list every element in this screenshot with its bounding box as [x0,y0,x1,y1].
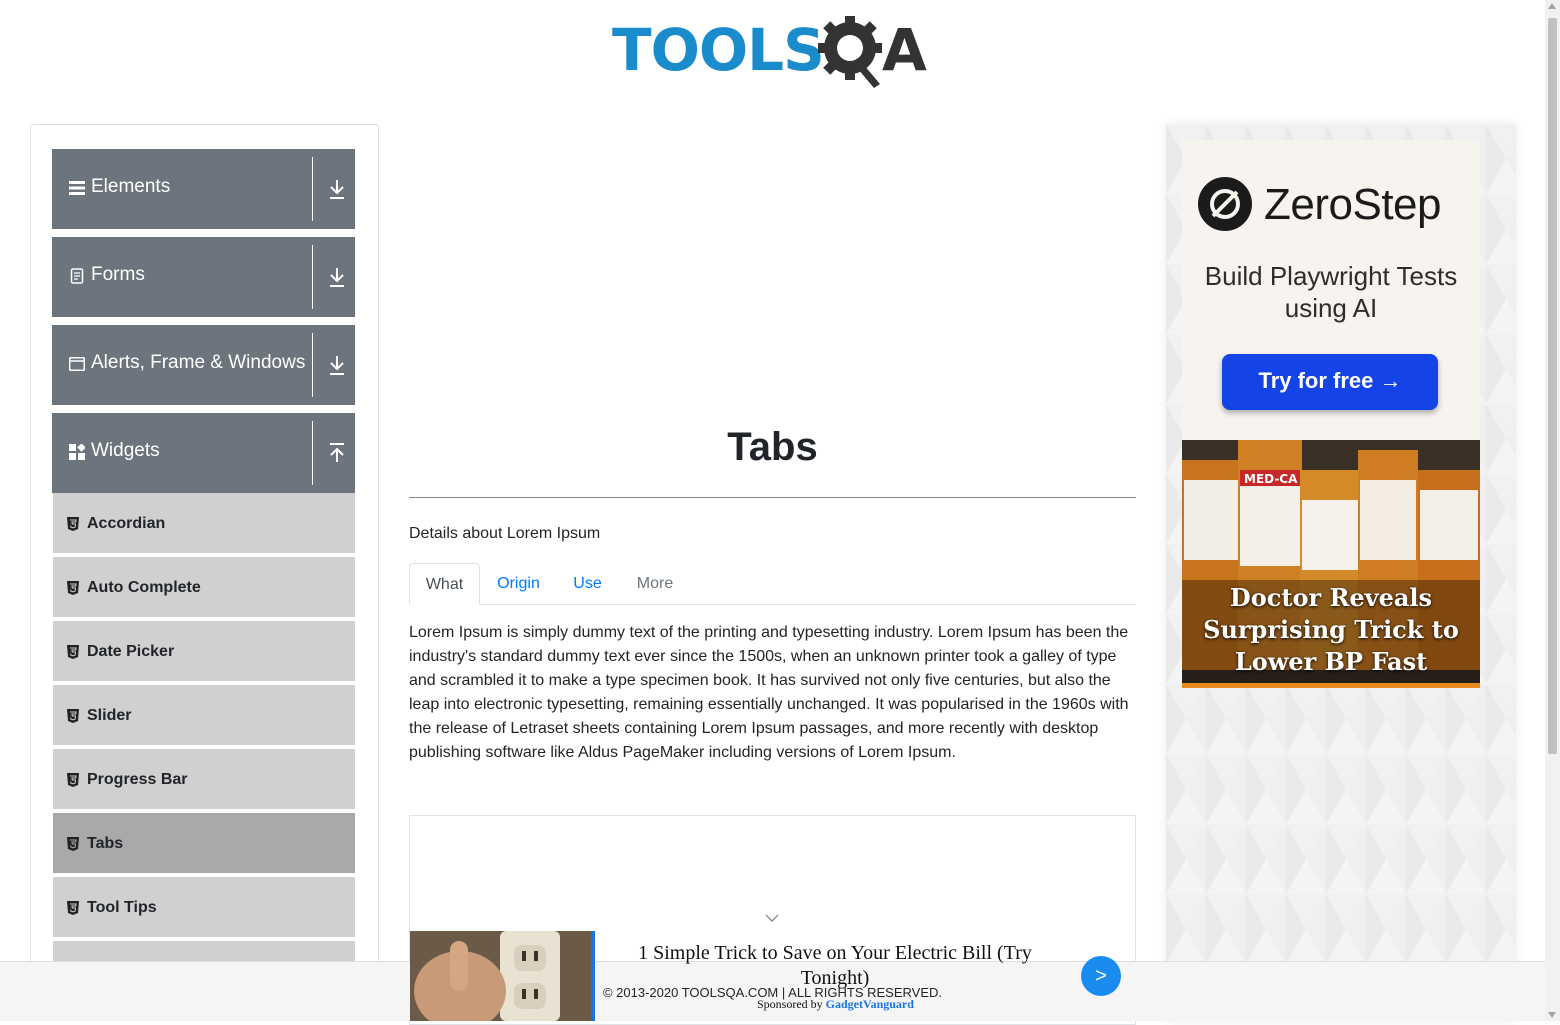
outlet-image [410,931,592,1021]
sponsored-by-label: Sponsored by [757,997,823,1011]
details-text: Details about Lorem Ipsum [409,525,601,542]
tab-what[interactable]: What [409,563,480,605]
logo-gear-magnifier-icon [818,16,882,88]
sticky-ad-accent-bar [591,931,595,1021]
electric-outlet-photo [410,931,592,1021]
sticky-ad-go-button[interactable]: > [1081,956,1121,996]
title-divider [409,497,1136,498]
bp-ad-accent-bar [1182,683,1480,688]
sidebar-item-label: Tabs [87,835,124,852]
sidebar: Elements Forms Alerts, Frame & Windows W… [30,124,379,1021]
divider [312,245,313,309]
sponsor-link[interactable]: GadgetVanguard [826,997,914,1011]
sidebar-item-slider[interactable]: Slider [53,685,355,747]
sidebar-group-label: Widgets [91,440,160,461]
html5-icon [67,837,79,851]
tab-panel-text: Lorem Ipsum is simply dummy text of the … [409,624,1129,761]
sidebar-item-label: Date Picker [87,643,175,660]
try-for-free-button[interactable]: Try for free → [1222,354,1438,410]
sidebar-group-alerts[interactable]: Alerts, Frame & Windows [52,325,355,405]
scroll-down-arrow-icon[interactable] [1548,1012,1556,1018]
bottle-label: MED-CA [1244,472,1298,486]
sidebar-item-tool-tips[interactable]: Tool Tips [53,877,355,939]
chevron-down-icon[interactable] [765,913,779,923]
sticky-ad-title: 1 Simple Trick to Save on Your Electric … [638,942,1032,989]
sidebar-item-progress-bar[interactable]: Progress Bar [53,749,355,811]
logo-text-a: A [882,16,927,84]
zerostep-ad[interactable]: ZeroStep Build Playwright Tests using AI… [1182,140,1480,440]
sidebar-item-label: Auto Complete [87,579,201,596]
divider [312,157,313,221]
zerostep-tagline: Build Playwright Tests using AI [1204,261,1458,323]
sidebar-group-label: Elements [91,176,171,197]
zerostep-logo-icon [1198,177,1252,231]
sidebar-group-forms[interactable]: Forms [52,237,355,317]
sidebar-item-label: Accordian [87,515,166,532]
html5-icon [67,581,79,595]
window-icon [69,357,85,371]
tab-origin[interactable]: Origin [485,563,552,605]
html5-icon [67,709,79,723]
sidebar-item-tabs[interactable]: Tabs [53,813,355,875]
page-title: Tabs [727,425,818,469]
logo-text-tools: TOOLS [612,16,825,84]
sidebar-item-label: Tool Tips [87,899,157,916]
bp-ad-headline: Doctor Reveals Surprising Trick to Lower… [1203,583,1459,676]
page-scrollbar[interactable] [1545,0,1560,1021]
html5-icon [67,901,79,915]
html5-icon [67,645,79,659]
document-icon [70,268,84,284]
sidebar-item-label: Slider [87,707,132,724]
site-logo[interactable]: TOOLS A [612,14,937,92]
expand-download-icon[interactable] [328,267,346,287]
sticky-ad-sponsor: Sponsored by GadgetVanguard [757,997,914,1012]
sidebar-group-widgets[interactable]: Widgets [52,413,355,493]
right-ad-column: ZeroStep Build Playwright Tests using AI… [1166,124,1516,1021]
hamburger-icon [69,181,85,195]
widgets-icon [69,444,85,460]
sidebar-item-accordian[interactable]: Accordian [53,493,355,555]
scroll-up-arrow-icon[interactable] [1548,3,1556,9]
divider [312,333,313,397]
sidebar-group-elements[interactable]: Elements [52,149,355,229]
zerostep-name: ZeroStep [1264,180,1441,229]
divider [312,421,313,485]
sticky-bottom-ad[interactable]: 1 Simple Trick to Save on Your Electric … [409,931,1136,1021]
sidebar-item-auto-complete[interactable]: Auto Complete [53,557,355,619]
tab-list: What Origin Use More [409,563,1136,605]
sidebar-group-label: Alerts, Frame & Windows [91,352,306,373]
scrollbar-thumb[interactable] [1548,18,1557,754]
sidebar-item-label: Progress Bar [87,771,188,788]
collapse-upload-icon[interactable] [328,443,346,463]
tab-use[interactable]: Use [561,563,614,605]
expand-download-icon[interactable] [328,355,346,375]
expand-download-icon[interactable] [328,179,346,199]
sidebar-group-label: Forms [91,264,145,285]
bp-ad[interactable]: MED-CA Doctor Reveals Surprising Trick t… [1182,440,1480,688]
sidebar-item-date-picker[interactable]: Date Picker [53,621,355,683]
html5-icon [67,773,79,787]
tab-more: More [636,575,674,592]
html5-icon [67,517,79,531]
